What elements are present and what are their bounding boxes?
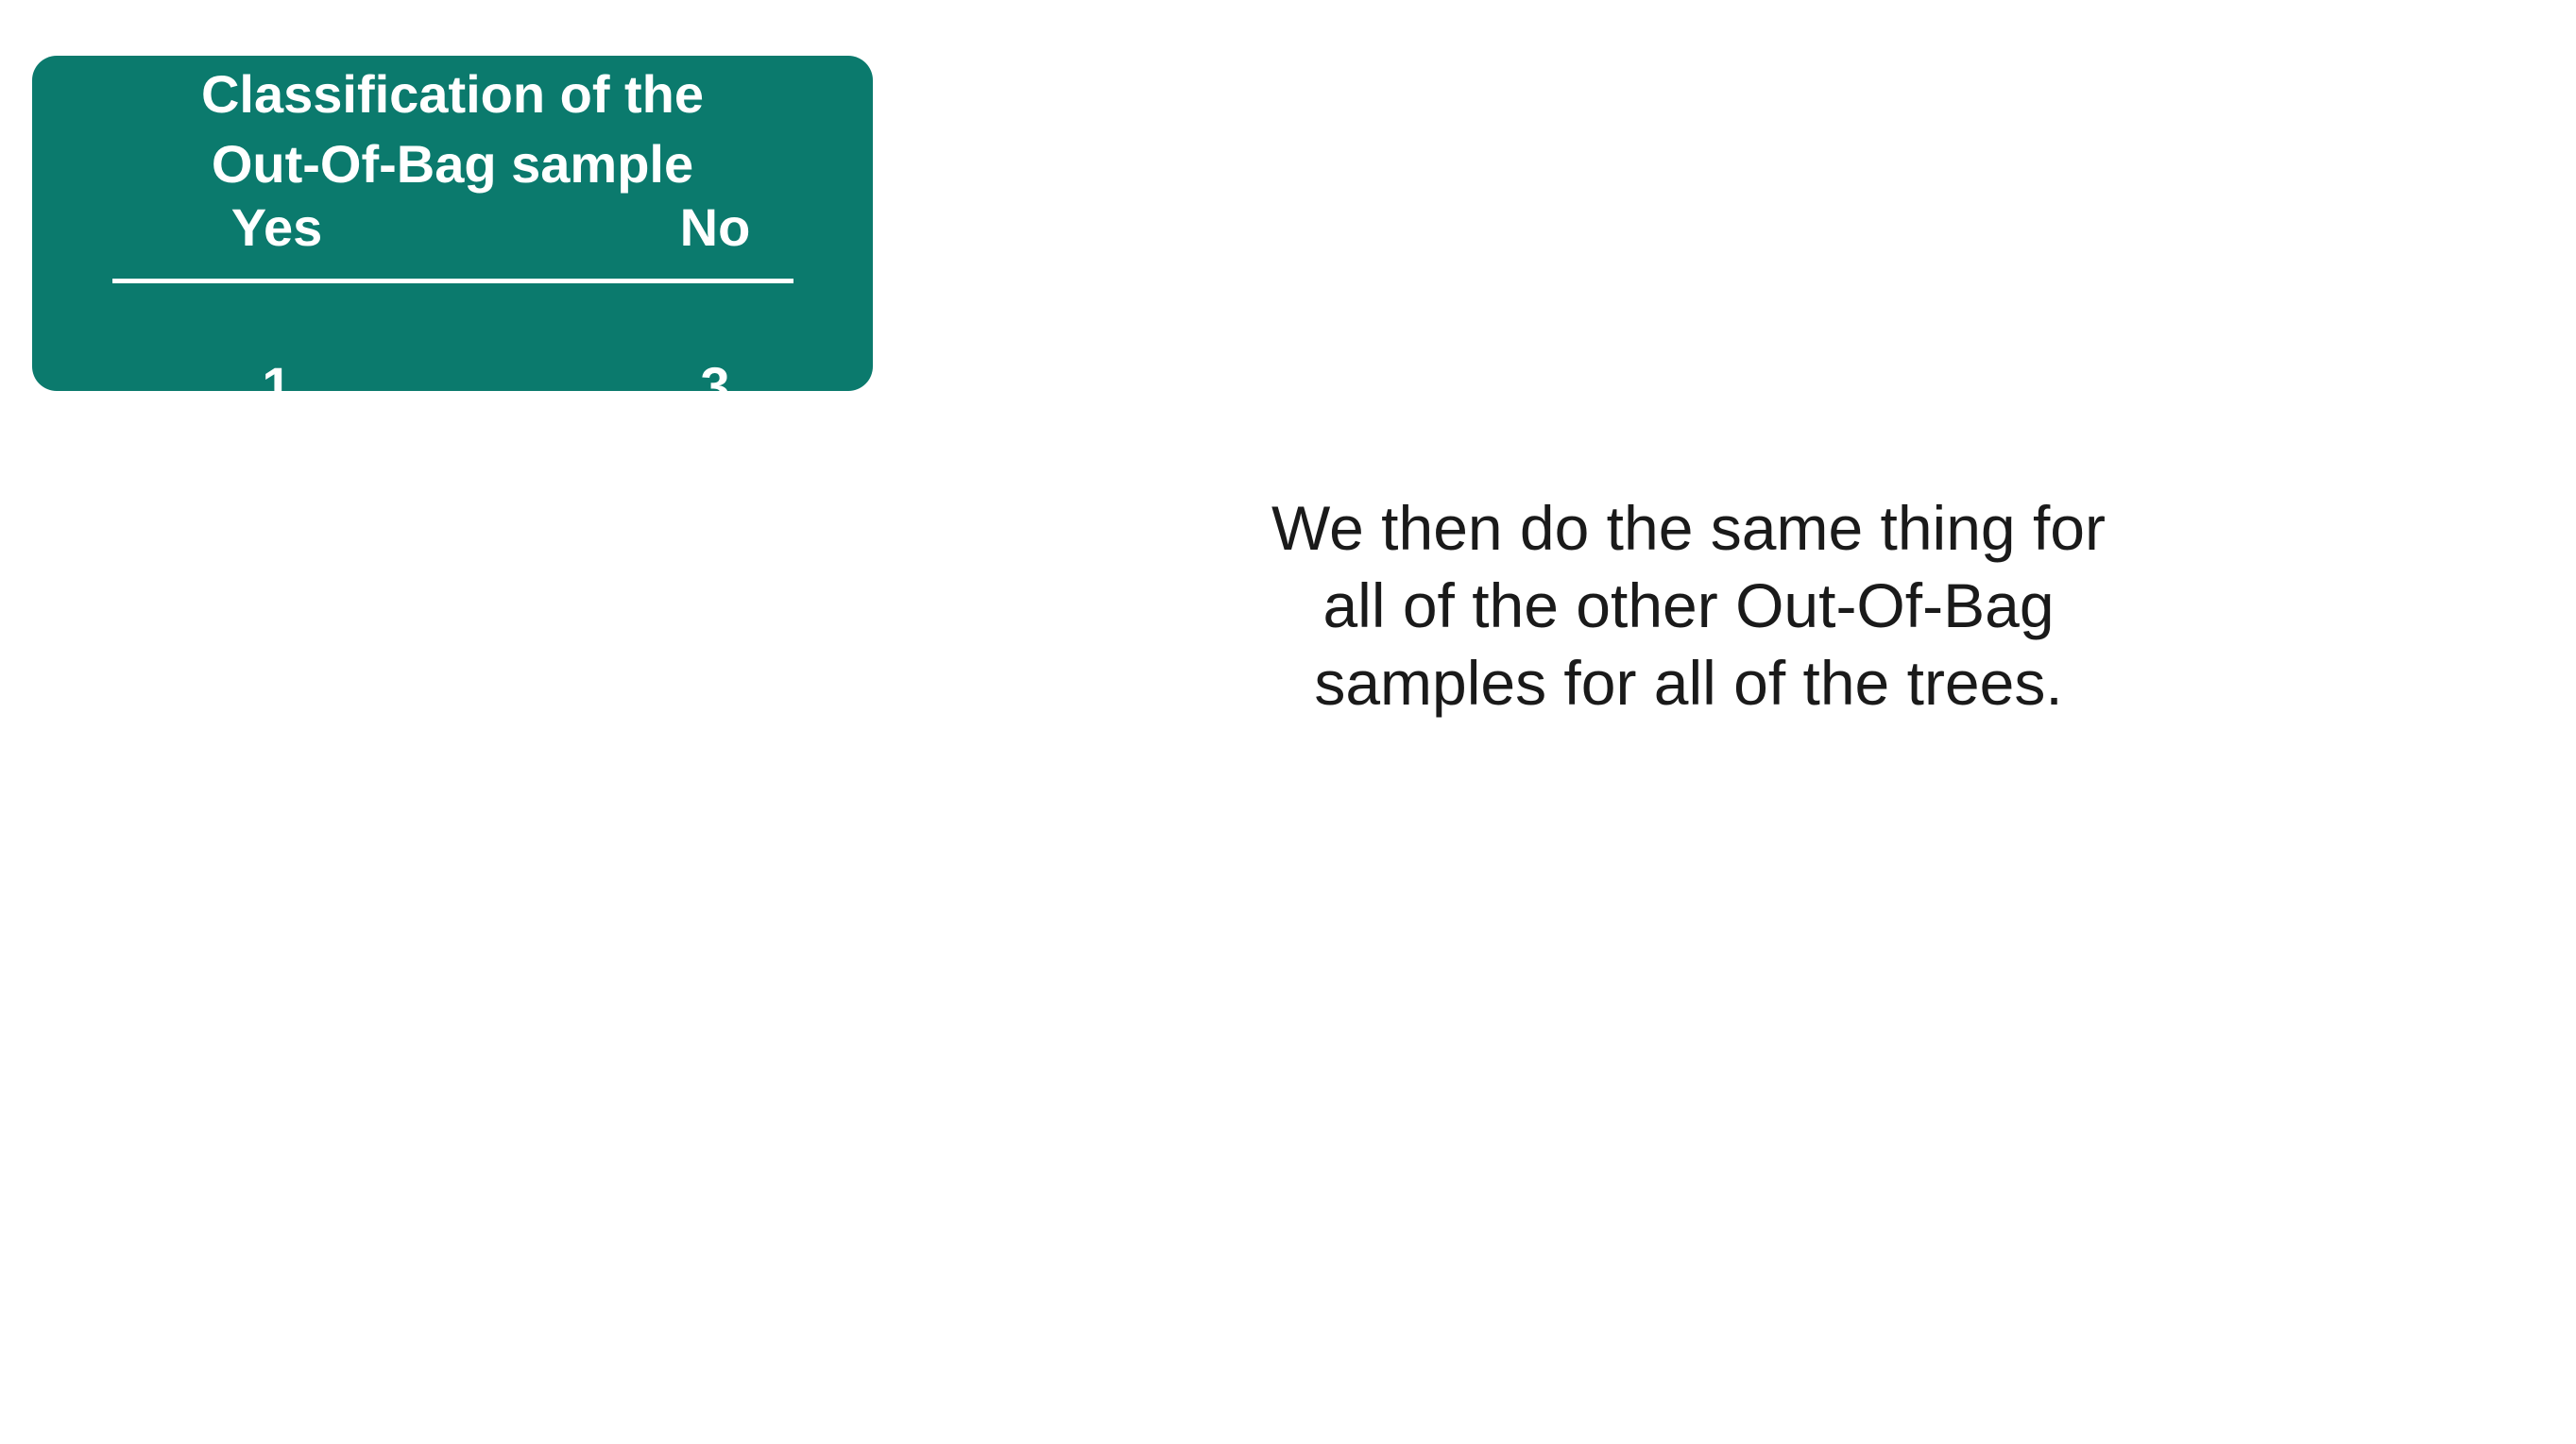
caption-line-1: We then do the same thing for [1271,493,2106,563]
caption-line-2: all of the other Out-Of-Bag [1322,570,2055,640]
column-header-no: No [679,197,751,257]
slide-caption: We then do the same thing for all of the… [1134,489,2243,722]
oob-title-line-2: Out-Of-Bag sample [211,134,694,194]
oob-panel-title: Classification of the Out-Of-Bag sample [32,59,873,199]
count-no: 3 [700,356,730,416]
column-header-yes: Yes [230,197,323,257]
header-divider [112,279,793,283]
count-yes: 1 [262,356,292,416]
oob-classification-panel: Classification of the Out-Of-Bag sample … [32,56,873,416]
caption-line-3: samples for all of the trees. [1314,648,2063,718]
oob-title-line-1: Classification of the [200,64,705,124]
slide: Classification of the Out-Of-Bag sample … [0,0,2576,1444]
